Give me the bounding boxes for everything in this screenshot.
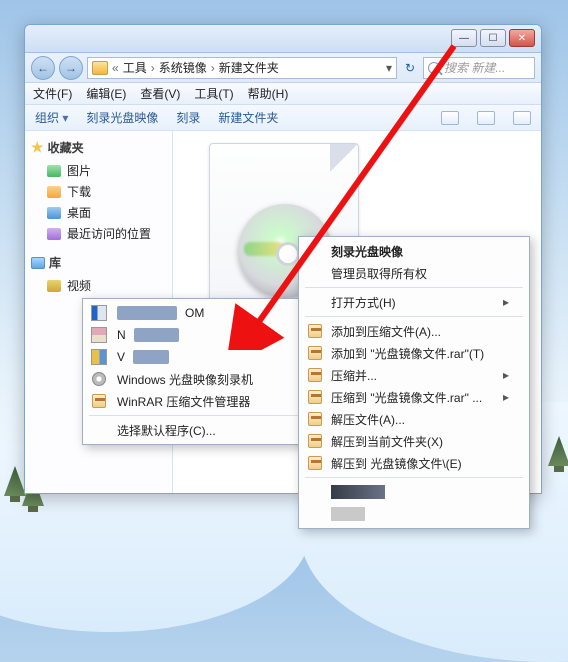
libraries-icon	[31, 257, 45, 269]
context-menu: 刻录光盘映像 管理员取得所有权 打开方式(H) 添加到压缩文件(A)... 添加…	[298, 236, 530, 529]
menu-bar: 文件(F) 编辑(E) 查看(V) 工具(T) 帮助(H)	[25, 83, 541, 105]
winrar-icon	[92, 394, 106, 408]
openwith-choose-default[interactable]: 选择默认程序(C)...	[85, 419, 305, 441]
crumb-prefix: «	[112, 61, 119, 75]
winrar-icon	[308, 324, 322, 338]
forward-button[interactable]: →	[59, 56, 83, 80]
redacted-label	[331, 507, 365, 521]
minimize-button[interactable]: —	[451, 29, 477, 47]
maximize-button[interactable]: ☐	[480, 29, 506, 47]
menu-edit[interactable]: 编辑(E)	[86, 85, 126, 102]
video-icon	[47, 280, 61, 292]
titlebar: — ☐ ✕	[25, 25, 541, 53]
menu-tools[interactable]: 工具(T)	[194, 85, 233, 102]
search-placeholder: 搜索 新建...	[444, 59, 505, 76]
close-button[interactable]: ✕	[509, 29, 535, 47]
search-icon	[428, 62, 440, 74]
toolbar: 组织 刻录光盘映像 刻录 新建文件夹	[25, 105, 541, 131]
search-input[interactable]: 搜索 新建...	[423, 57, 535, 79]
ctx-compress-and[interactable]: 压缩并...	[301, 364, 527, 386]
ctx-more-2[interactable]	[301, 503, 527, 525]
download-icon	[47, 186, 61, 198]
tool-burn-image[interactable]: 刻录光盘映像	[86, 109, 158, 126]
ctx-extract-to-folder[interactable]: 解压到 光盘镜像文件\(E)	[301, 452, 527, 474]
redacted-label	[331, 485, 385, 499]
favorites-header[interactable]: ★收藏夹	[31, 139, 166, 156]
menu-view[interactable]: 查看(V)	[140, 85, 180, 102]
tool-new-folder[interactable]: 新建文件夹	[218, 109, 278, 126]
menu-help[interactable]: 帮助(H)	[248, 85, 289, 102]
nav-recent[interactable]: 最近访问的位置	[31, 223, 166, 244]
disc-burner-icon	[92, 372, 106, 386]
open-with-submenu: xxxxxxxxxxOM Nxxxx xxx Vxxxxxx Windows 光…	[82, 298, 308, 445]
openwith-windows-burner[interactable]: Windows 光盘映像刻录机	[85, 368, 305, 390]
desktop-icon	[47, 207, 61, 219]
ctx-open-with[interactable]: 打开方式(H)	[301, 291, 527, 313]
winrar-icon	[308, 390, 322, 404]
pictures-icon	[47, 165, 61, 177]
ctx-take-ownership[interactable]: 管理员取得所有权	[301, 262, 527, 284]
crumb-1[interactable]: 工具	[123, 59, 147, 76]
winrar-icon	[308, 412, 322, 426]
menu-file[interactable]: 文件(F)	[33, 85, 72, 102]
app-icon	[91, 305, 107, 321]
winrar-icon	[308, 346, 322, 360]
nav-downloads[interactable]: 下载	[31, 181, 166, 202]
view-mode-icon[interactable]	[441, 111, 459, 125]
winrar-icon	[308, 368, 322, 382]
tool-burn[interactable]: 刻录	[176, 109, 200, 126]
addr-dropdown[interactable]: ▾	[386, 61, 392, 75]
ctx-extract-here[interactable]: 解压到当前文件夹(X)	[301, 430, 527, 452]
crumb-2[interactable]: 系统镜像	[159, 59, 207, 76]
app-icon	[91, 327, 107, 343]
ctx-more-1[interactable]	[301, 481, 527, 503]
nav-desktop[interactable]: 桌面	[31, 202, 166, 223]
ctx-extract-files[interactable]: 解压文件(A)...	[301, 408, 527, 430]
folder-icon	[92, 61, 108, 75]
preview-pane-icon[interactable]	[477, 111, 495, 125]
nav-videos[interactable]: 视频	[31, 275, 166, 296]
ctx-add-to-archive[interactable]: 添加到压缩文件(A)...	[301, 320, 527, 342]
winrar-icon	[308, 456, 322, 470]
openwith-item-2[interactable]: Nxxxx xxx	[85, 324, 305, 346]
app-icon	[91, 349, 107, 365]
ctx-burn-disc-image[interactable]: 刻录光盘映像	[301, 240, 527, 262]
ctx-compress-to[interactable]: 压缩到 "光盘镜像文件.rar" ...	[301, 386, 527, 408]
openwith-item-1[interactable]: xxxxxxxxxxOM	[85, 302, 305, 324]
refresh-button[interactable]: ↻	[401, 61, 419, 75]
openwith-item-3[interactable]: Vxxxxxx	[85, 346, 305, 368]
nav-pictures[interactable]: 图片	[31, 160, 166, 181]
crumb-3[interactable]: 新建文件夹	[219, 59, 279, 76]
star-icon: ★	[31, 139, 44, 156]
back-button[interactable]: ←	[31, 56, 55, 80]
recent-icon	[47, 228, 61, 240]
ctx-add-to-named-rar[interactable]: 添加到 "光盘镜像文件.rar"(T)	[301, 342, 527, 364]
winrar-icon	[308, 434, 322, 448]
help-icon[interactable]	[513, 111, 531, 125]
nav-row: ← → « 工具› 系统镜像› 新建文件夹 ▾ ↻ 搜索 新建...	[25, 53, 541, 83]
tool-organize[interactable]: 组织	[35, 109, 68, 126]
address-bar[interactable]: « 工具› 系统镜像› 新建文件夹 ▾	[87, 57, 397, 79]
openwith-winrar[interactable]: WinRAR 压缩文件管理器	[85, 390, 305, 412]
libraries-header[interactable]: 库	[31, 254, 166, 271]
